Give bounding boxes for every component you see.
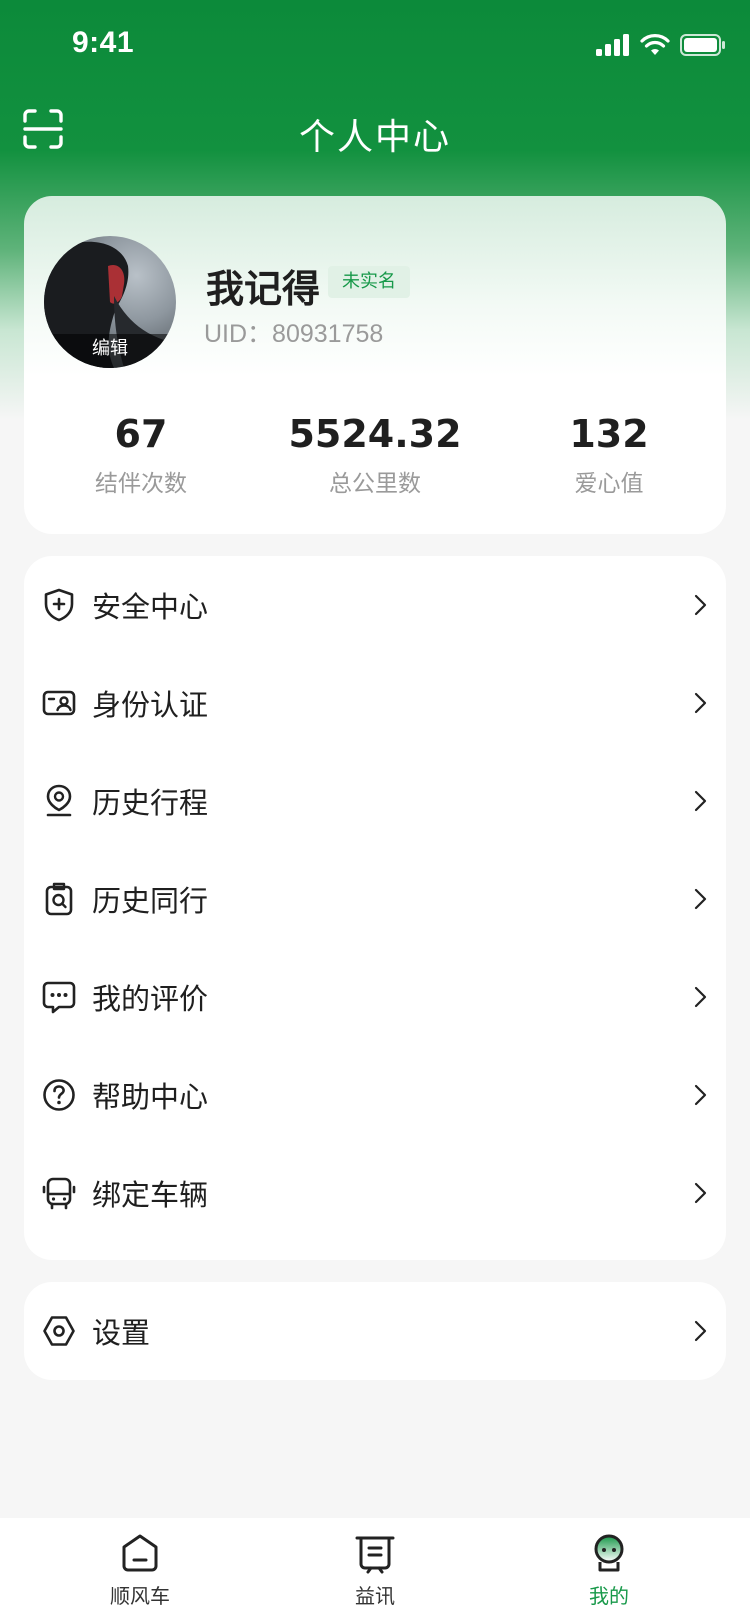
id-card-icon xyxy=(42,690,76,716)
menu-item-identity-verification[interactable]: 身份认证 xyxy=(24,654,726,752)
stat-total-mileage[interactable]: 5524.32 总公里数 xyxy=(258,412,492,498)
help-circle-icon xyxy=(43,1079,75,1111)
avatar[interactable]: 编辑 xyxy=(44,236,176,368)
settings-label: 设置 xyxy=(92,1316,151,1350)
menu-item-label: 历史同行 xyxy=(92,884,209,918)
stat-label: 结伴次数 xyxy=(95,471,187,497)
tab-label: 顺风车 xyxy=(110,1584,170,1608)
chat-bubble-icon xyxy=(42,981,76,1014)
tab-mine[interactable]: 我的 xyxy=(484,1518,734,1614)
chevron-right-icon xyxy=(694,986,707,1008)
uid-text: UID：80931758 xyxy=(204,320,384,348)
menu-item-help-center[interactable]: 帮助中心 xyxy=(24,1046,726,1144)
page-title: 个人中心 xyxy=(298,117,451,158)
profile-card: 编辑 我记得 未实名 UID：80931758 67 结伴次数 5524.32 … xyxy=(24,196,726,534)
location-pin-icon xyxy=(46,784,72,817)
status-icons xyxy=(596,30,726,60)
bottom-tab-bar: 顺风车 益讯 我的 xyxy=(0,1518,750,1614)
tab-label: 益讯 xyxy=(355,1584,395,1608)
chevron-right-icon xyxy=(694,790,707,812)
chevron-right-icon xyxy=(694,1182,707,1204)
bus-icon xyxy=(42,1177,76,1210)
tab-ride-share[interactable]: 顺风车 xyxy=(15,1518,265,1614)
chevron-right-icon xyxy=(694,594,707,616)
wifi-icon xyxy=(640,34,670,55)
battery-icon xyxy=(680,34,725,56)
realname-status-badge[interactable]: 未实名 xyxy=(328,266,410,298)
profile-icon xyxy=(594,1534,624,1572)
tab-label: 我的 xyxy=(589,1584,629,1608)
badge-search-icon xyxy=(45,882,73,916)
menu-item-trip-history[interactable]: 历史行程 xyxy=(24,752,726,850)
nav-bar: 个人中心 xyxy=(0,90,750,174)
avatar-edit-label: 编辑 xyxy=(44,334,176,368)
menu-item-bind-vehicle[interactable]: 绑定车辆 xyxy=(24,1144,726,1242)
menu-item-label: 安全中心 xyxy=(92,590,209,624)
menu-item-label: 绑定车辆 xyxy=(92,1178,209,1212)
tab-news[interactable]: 益讯 xyxy=(250,1518,500,1614)
status-bar: 9:41 xyxy=(0,0,750,88)
stat-companion-count[interactable]: 67 结伴次数 xyxy=(24,412,258,498)
menu-item-label: 帮助中心 xyxy=(92,1080,209,1114)
chevron-right-icon xyxy=(694,1084,707,1106)
menu-item-label: 历史行程 xyxy=(92,786,209,820)
menu-list: 安全中心 身份认证 历史行程 历史同行 我的评价 帮助中心 绑定车辆 xyxy=(24,556,726,1260)
menu-item-label: 身份认证 xyxy=(92,688,209,722)
home-icon xyxy=(122,1534,158,1572)
menu-item-my-reviews[interactable]: 我的评价 xyxy=(24,948,726,1046)
hexagon-settings-icon xyxy=(43,1316,75,1346)
news-icon xyxy=(355,1536,395,1574)
chevron-right-icon xyxy=(694,888,707,910)
stat-label: 总公里数 xyxy=(329,471,421,497)
username: 我记得 xyxy=(206,267,321,311)
cellular-signal-icon xyxy=(596,34,629,56)
menu-item-safety-center[interactable]: 安全中心 xyxy=(24,556,726,654)
stat-label: 爱心值 xyxy=(574,471,644,497)
chevron-right-icon xyxy=(694,1320,707,1342)
stat-value: 67 xyxy=(114,412,168,456)
menu-item-settings[interactable]: 设置 xyxy=(24,1282,726,1380)
stat-value: 132 xyxy=(569,412,649,456)
menu-item-companion-history[interactable]: 历史同行 xyxy=(24,850,726,948)
status-time: 9:41 xyxy=(72,26,135,59)
shield-plus-icon xyxy=(44,588,74,622)
menu-item-label: 我的评价 xyxy=(92,982,209,1016)
chevron-right-icon xyxy=(694,692,707,714)
stat-love-points[interactable]: 132 爱心值 xyxy=(492,412,726,498)
stat-value: 5524.32 xyxy=(288,412,462,456)
